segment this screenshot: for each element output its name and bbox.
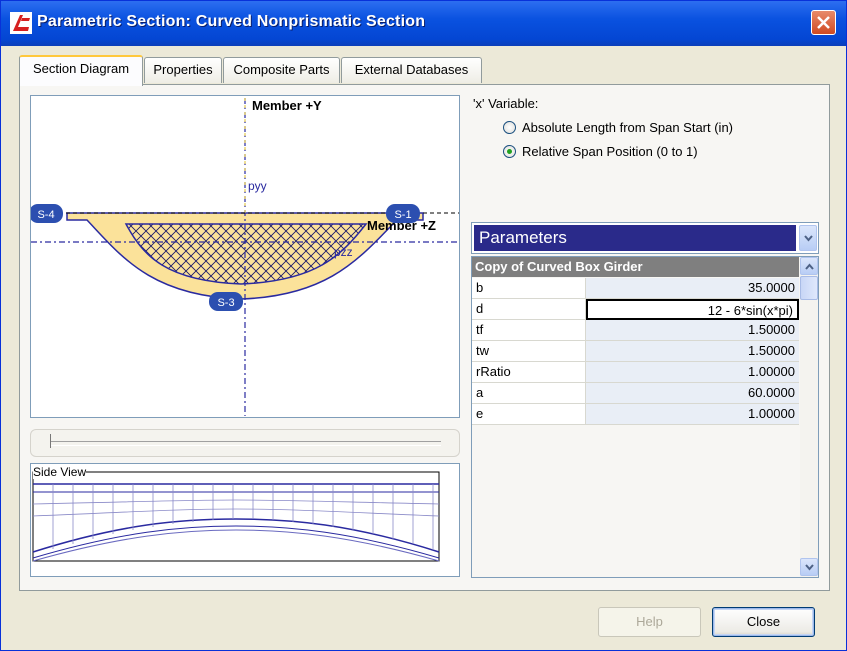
dropdown-button[interactable] xyxy=(799,225,817,251)
window-title: Parametric Section: Curved Nonprismatic … xyxy=(37,13,426,30)
axis-y-label: Member +Y xyxy=(252,98,322,113)
table-row[interactable]: tf 1.50000 xyxy=(472,320,799,341)
point-marker-s4[interactable]: S-4 xyxy=(29,204,63,223)
grid-scrollbar[interactable] xyxy=(800,257,818,577)
table-row[interactable]: a 60.0000 xyxy=(472,383,799,404)
svg-text:S-3: S-3 xyxy=(217,297,234,309)
param-name: d xyxy=(472,299,586,320)
param-name: tw xyxy=(472,341,586,362)
param-name: b xyxy=(472,278,586,299)
point-marker-s1[interactable]: S-1 xyxy=(386,204,420,223)
table-row[interactable]: tw 1.50000 xyxy=(472,341,799,362)
param-name: rRatio xyxy=(472,362,586,383)
radio-relative-span-label: Relative Span Position (0 to 1) xyxy=(522,143,698,159)
svg-text:S-4: S-4 xyxy=(37,209,54,221)
help-button[interactable]: Help xyxy=(598,607,701,637)
grid-group-title: Copy of Curved Box Girder xyxy=(472,257,799,277)
chevron-up-icon xyxy=(805,263,814,270)
tab-composite-parts[interactable]: Composite Parts xyxy=(223,57,340,83)
table-row[interactable]: b 35.0000 xyxy=(472,278,799,299)
radio-relative-span-indicator[interactable] xyxy=(503,144,516,158)
parameters-dropdown-value: Parameters xyxy=(474,225,796,251)
param-value[interactable]: 35.0000 xyxy=(586,278,799,299)
parameters-dropdown[interactable]: Parameters xyxy=(471,222,819,254)
span-position-slider[interactable] xyxy=(30,429,460,457)
slider-track xyxy=(51,441,441,446)
param-value[interactable]: 1.00000 xyxy=(586,362,799,383)
title-close-button[interactable] xyxy=(811,10,836,35)
table-row[interactable]: e 1.00000 xyxy=(472,404,799,425)
table-row[interactable]: rRatio 1.00000 xyxy=(472,362,799,383)
close-icon xyxy=(817,16,830,29)
section-diagram-canvas: Member +Y Member +Z pyy pzz S-4 S-1 S-3 xyxy=(29,98,459,416)
parameters-grid: Copy of Curved Box Girder b 35.0000 d 12… xyxy=(471,256,819,578)
tab-properties[interactable]: Properties xyxy=(144,57,222,83)
point-marker-s3[interactable]: S-3 xyxy=(209,292,243,311)
param-name: a xyxy=(472,383,586,404)
param-value[interactable]: 60.0000 xyxy=(586,383,799,404)
scroll-thumb[interactable] xyxy=(800,276,818,300)
x-variable-label: 'x' Variable: xyxy=(473,96,539,111)
pyy-label: pyy xyxy=(248,179,267,193)
radio-relative-span[interactable]: Relative Span Position (0 to 1) xyxy=(503,142,698,160)
param-name: e xyxy=(472,404,586,425)
radio-absolute-length[interactable]: Absolute Length from Span Start (in) xyxy=(503,118,733,136)
section-diagram[interactable]: Member +Y Member +Z pyy pzz S-4 S-1 S-3 xyxy=(29,95,460,418)
side-view-panel: Side View xyxy=(30,463,460,577)
tab-section-diagram[interactable]: Section Diagram xyxy=(19,55,143,86)
radio-absolute-length-indicator[interactable] xyxy=(503,120,516,134)
param-value[interactable]: 1.00000 xyxy=(586,404,799,425)
chevron-down-icon xyxy=(805,564,814,571)
tab-external-databases[interactable]: External Databases xyxy=(341,57,482,83)
dialog-window: Parametric Section: Curved Nonprismatic … xyxy=(0,0,847,651)
close-button[interactable]: Close xyxy=(712,607,815,637)
slider-thumb[interactable] xyxy=(50,434,54,448)
side-view-label: Side View xyxy=(33,465,87,479)
radio-absolute-length-label: Absolute Length from Span Start (in) xyxy=(522,119,734,135)
title-bar[interactable]: Parametric Section: Curved Nonprismatic … xyxy=(1,1,846,46)
table-row[interactable]: d 12 - 6*sin(x*pi) xyxy=(472,299,799,320)
param-value-editor[interactable]: 12 - 6*sin(x*pi) xyxy=(586,299,799,320)
param-value[interactable]: 1.50000 xyxy=(586,320,799,341)
app-logo-icon xyxy=(10,12,32,34)
svg-text:S-1: S-1 xyxy=(394,209,411,221)
param-name: tf xyxy=(472,320,586,341)
scroll-up-button[interactable] xyxy=(800,257,818,275)
pzz-label: pzz xyxy=(334,245,353,259)
chevron-down-icon xyxy=(804,235,813,242)
scroll-down-button[interactable] xyxy=(800,558,818,576)
side-view-canvas xyxy=(32,471,440,562)
param-value[interactable]: 1.50000 xyxy=(586,341,799,362)
